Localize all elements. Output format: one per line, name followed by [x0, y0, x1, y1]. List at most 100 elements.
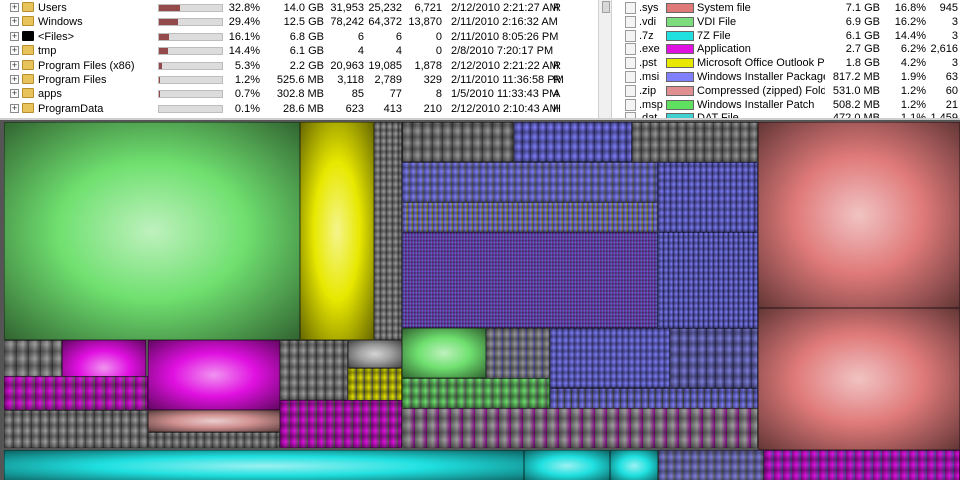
treemap-block-gray[interactable] — [348, 340, 402, 368]
treemap-cluster-msi-4[interactable] — [670, 328, 758, 388]
tree-row-items: 85 — [351, 88, 364, 101]
treemap-block-sys-2[interactable] — [758, 308, 960, 450]
expand-icon[interactable]: + — [10, 75, 19, 84]
color-swatch — [666, 30, 694, 41]
treemap-cluster-bottom-mixed[interactable] — [402, 408, 758, 448]
extension-list[interactable]: .sys System file 7.1 GB 16.8% 945 .vdi VDI Fil… — [612, 0, 960, 118]
treemap-cluster-gray-left-2[interactable] — [4, 410, 148, 448]
treemap-cluster-bottom-1[interactable] — [658, 450, 764, 480]
treemap-cluster-green[interactable] — [402, 378, 550, 408]
tree-row[interactable]: + <Files> 16.1% 6.8 GB 6 6 0 2/11/2010 8:05:26 … — [0, 30, 598, 44]
folder-icon — [22, 16, 34, 27]
extension-percent: 6.2% — [900, 43, 926, 56]
treemap-block-vdi[interactable] — [4, 122, 300, 340]
tree-row-files: 4 — [395, 45, 402, 58]
tree-row-name: tmp — [38, 45, 57, 58]
scrollbar-thumb[interactable] — [602, 1, 610, 13]
tree-row-size: 525.6 MB — [276, 74, 324, 86]
tree-row-files: 19,085 — [368, 59, 402, 72]
folder-icon — [22, 45, 34, 56]
treemap-cluster-bottom-2[interactable] — [764, 450, 960, 480]
treemap-cluster-small[interactable] — [280, 340, 348, 400]
treemap-cluster-exe[interactable] — [4, 376, 148, 410]
treemap-block-7z-3[interactable] — [610, 450, 658, 480]
expand-icon[interactable]: + — [10, 103, 19, 113]
extension-row[interactable]: .sys System file 7.1 GB 16.8% 945 — [612, 1, 960, 15]
treemap-cluster-gray-top[interactable] — [402, 122, 514, 162]
treemap-cluster-gray-left-3[interactable] — [148, 432, 280, 448]
tree-row[interactable]: + Program Files (x86) 5.3% 2.2 GB 20,963 19,0… — [0, 59, 598, 73]
expand-icon[interactable]: + — [10, 31, 19, 41]
expand-icon[interactable]: + — [10, 3, 19, 12]
extension-row[interactable]: .zip Compressed (zipped) Folder 531.0 MB 1.… — [612, 84, 960, 98]
extension-size: 531.0 MB — [832, 84, 880, 97]
extension-description: DAT File — [697, 111, 825, 118]
treemap-cluster-msi-5[interactable] — [550, 388, 758, 410]
tree-row[interactable]: + Windows 29.4% 12.5 GB 78,242 64,372 13,870 2/… — [0, 15, 598, 29]
extension-row[interactable]: .7z 7Z File 6.1 GB 14.4% 3 — [612, 29, 960, 43]
tree-row-size: 302.8 MB — [276, 88, 324, 101]
tree-row[interactable]: + apps 0.7% 302.8 MB 85 77 8 1/5/2010 11:33:43 … — [0, 87, 598, 101]
extension-row[interactable]: .exe Application 2.7 GB 6.2% 2,616 — [612, 42, 960, 56]
tree-row-subdirs: 0 — [435, 45, 442, 58]
directory-list[interactable]: + Users 32.8% 14.0 GB 31,953 25,232 6,721 2/12/… — [0, 0, 598, 118]
expand-icon[interactable]: + — [10, 46, 19, 56]
extension-count: 21 — [945, 98, 958, 111]
file-type-icon — [625, 2, 636, 14]
tree-row[interactable]: + ProgramData 0.1% 28.6 MB 623 413 210 2/12/201… — [0, 102, 598, 116]
color-swatch — [666, 58, 694, 69]
tree-row[interactable]: + tmp 14.4% 6.1 GB 4 4 0 2/8/2010 7:20:17 PM — [0, 44, 598, 58]
treemap-block-7z-2[interactable] — [524, 450, 610, 480]
tree-row-attr: R — [553, 2, 561, 14]
treemap-cluster-gray-top-2[interactable] — [632, 122, 758, 162]
file-type-icon — [625, 71, 636, 83]
tree-row-size: 6.1 GB — [289, 45, 324, 58]
tree-row-attr: R — [553, 74, 561, 86]
expand-icon[interactable]: + — [10, 60, 19, 70]
treemap-block-pst[interactable] — [300, 122, 374, 340]
treemap-cluster-msi-2[interactable] — [658, 232, 758, 328]
top-panels: + Users 32.8% 14.0 GB 31,953 25,232 6,721 2/12/… — [0, 0, 960, 118]
tree-row-modified: 2/12/2010 2:10:43 AM — [451, 102, 559, 115]
color-swatch — [666, 44, 694, 55]
treemap-cluster-dense[interactable] — [402, 232, 658, 328]
extension-row[interactable]: .pst Microsoft Office Outlook Pe... 1.8 GB… — [612, 56, 960, 70]
extension-size: 472.0 MB — [826, 111, 880, 118]
folder-icon — [22, 102, 34, 113]
treemap-block-exe-2[interactable] — [148, 340, 280, 410]
tree-row-files: 25,232 — [368, 2, 402, 14]
extension-row[interactable]: .dat DAT File472.0 MB1.1%1,459 — [612, 111, 960, 118]
tree-row-subdirs: 1,878 — [414, 59, 442, 72]
treemap[interactable] — [0, 118, 960, 480]
tree-row[interactable]: + Program Files 1.2% 525.6 MB 3,118 2,789 329 2… — [0, 73, 598, 87]
treemap-cluster-msi[interactable] — [658, 162, 758, 232]
treemap-cluster-mixed-2[interactable] — [402, 202, 658, 232]
treemap-cluster-mixed[interactable] — [402, 162, 658, 202]
extension-size: 6.1 GB — [845, 29, 880, 42]
folder-icon — [22, 59, 34, 70]
tree-row-modified: 2/12/2010 2:21:27 AM — [451, 2, 559, 14]
extension-row[interactable]: .msi Windows Installer Package 817.2 MB 1.9… — [612, 70, 960, 84]
expand-icon[interactable]: + — [10, 89, 19, 99]
treemap-cluster-exe-2[interactable] — [280, 400, 402, 448]
tree-row-percent: 5.3% — [234, 59, 260, 72]
treemap-cluster-msi-top[interactable] — [514, 122, 632, 162]
extension-row[interactable]: .vdi VDI File 6.9 GB 16.2% 3 — [612, 15, 960, 29]
expand-icon[interactable]: + — [10, 17, 19, 27]
tree-row-percent: 0.1% — [234, 102, 260, 115]
panel-splitter[interactable] — [598, 0, 612, 118]
extension-name: .exe — [639, 43, 660, 56]
treemap-block-vdi-small[interactable] — [402, 328, 486, 378]
folder-icon — [22, 2, 34, 12]
extension-size: 6.9 GB — [845, 15, 880, 28]
treemap-block-zip[interactable] — [148, 410, 280, 432]
treemap-cluster-gray[interactable] — [374, 122, 402, 340]
tree-row[interactable]: + Users 32.8% 14.0 GB 31,953 25,232 6,721 2/12/… — [0, 1, 598, 15]
color-swatch — [666, 72, 694, 82]
treemap-block-7z[interactable] — [4, 450, 524, 480]
tree-row-size: 14.0 GB — [283, 2, 324, 14]
treemap-cluster-msi-3[interactable] — [550, 328, 670, 388]
treemap-block-sys[interactable] — [758, 122, 960, 308]
file-type-icon — [625, 43, 636, 56]
extension-row[interactable]: .msp Windows Installer Patch 508.2 MB 1.2% 2… — [612, 98, 960, 112]
